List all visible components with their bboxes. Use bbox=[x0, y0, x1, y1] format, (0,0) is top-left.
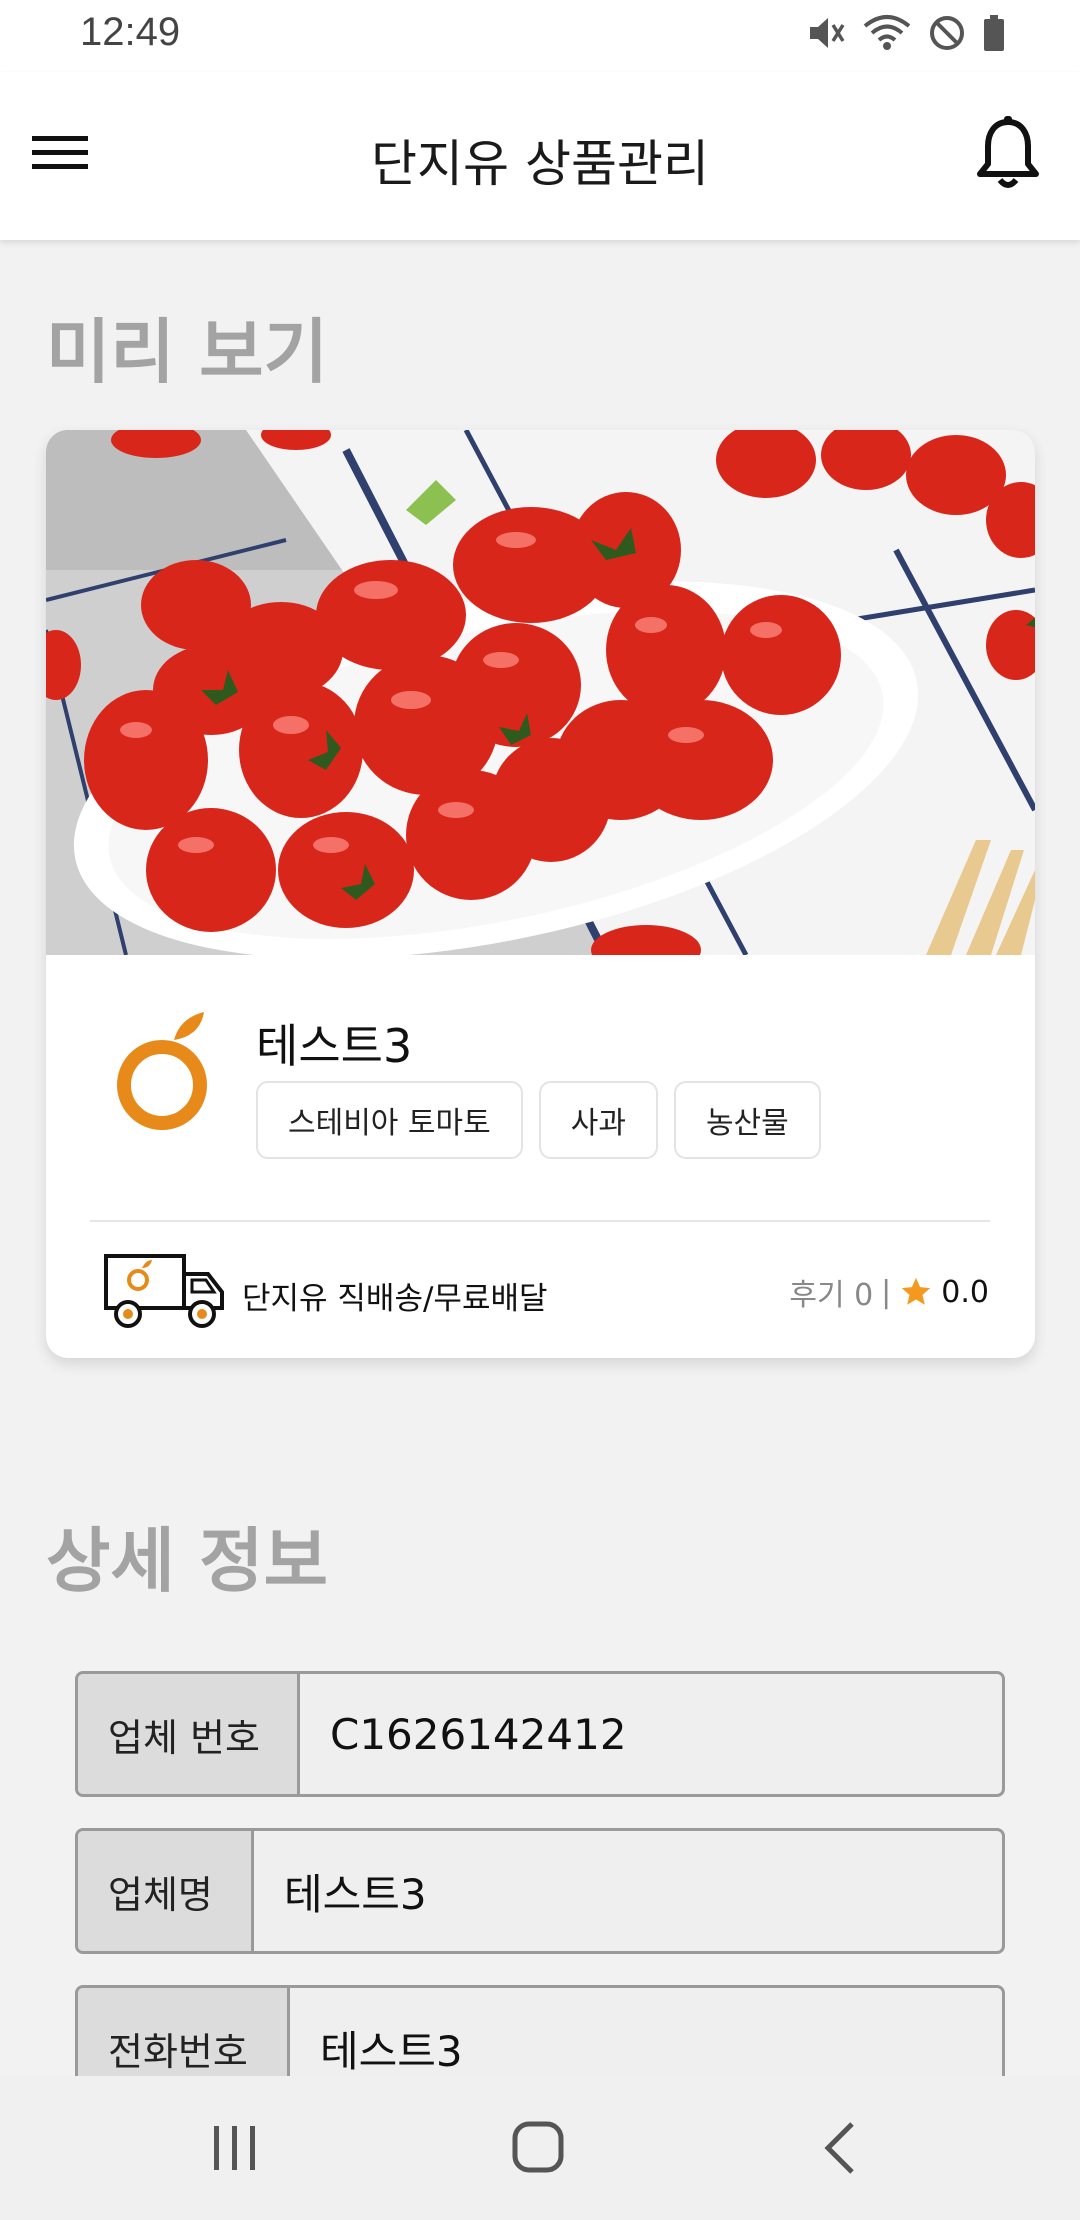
tag-chip[interactable]: 사과 bbox=[538, 1081, 658, 1159]
home-icon bbox=[512, 2121, 564, 2173]
do-not-disturb-icon bbox=[930, 16, 964, 50]
bell-icon bbox=[977, 116, 1039, 188]
product-name: 테스트3 bbox=[256, 1019, 413, 1073]
app-bar: 단지유 상품관리 bbox=[0, 72, 1080, 240]
back-icon bbox=[824, 2122, 854, 2174]
company-name-field[interactable]: 업체명 테스트3 bbox=[75, 1828, 1005, 1954]
status-time: 12:49 bbox=[80, 10, 181, 54]
tag-chip[interactable]: 스테비아 토마토 bbox=[256, 1081, 523, 1159]
status-icons bbox=[806, 14, 1006, 52]
card-divider bbox=[90, 1220, 990, 1222]
field-label: 업체명 bbox=[78, 1831, 254, 1951]
recents-button[interactable] bbox=[200, 2116, 270, 2180]
rating-value: 0.0 bbox=[941, 1274, 989, 1310]
review-summary: 후기 0 | 0.0 bbox=[789, 1270, 989, 1314]
company-number-field[interactable]: 업체 번호 C1626142412 bbox=[75, 1671, 1005, 1797]
field-value[interactable]: 테스트3 bbox=[254, 1831, 427, 1951]
notification-button[interactable] bbox=[970, 112, 1046, 196]
back-button[interactable] bbox=[806, 2116, 876, 2180]
preview-section-title: 미리 보기 bbox=[46, 311, 328, 393]
brand-logo-icon bbox=[117, 1012, 207, 1130]
star-icon bbox=[902, 1277, 931, 1305]
tag-chip[interactable]: 농산물 bbox=[673, 1081, 821, 1159]
delivery-text: 단지유 직배송/무료배달 bbox=[242, 1281, 548, 1317]
phone-number-field[interactable]: 전화번호 테스트3 bbox=[75, 1985, 1005, 2076]
product-image bbox=[46, 430, 1035, 955]
home-button[interactable] bbox=[503, 2116, 573, 2180]
status-bar: 12:49 bbox=[0, 0, 1080, 72]
battery-icon bbox=[984, 15, 1004, 51]
content[interactable]: 미리 보기 테스트3 스테비아 토마토 사과 농산물 단지유 직배송/무료배달 … bbox=[0, 240, 1080, 2076]
page-title: 단지유 상품관리 bbox=[371, 135, 709, 193]
field-label: 전화번호 bbox=[78, 1988, 290, 2076]
recents-icon bbox=[214, 2126, 255, 2170]
detail-section-title: 상세 정보 bbox=[46, 1520, 328, 1602]
review-count: 후기 0 bbox=[789, 1278, 874, 1313]
tag-list: 스테비아 토마토 사과 농산물 bbox=[256, 1081, 821, 1159]
field-value[interactable]: 테스트3 bbox=[290, 1988, 463, 2076]
system-nav-bar bbox=[0, 2076, 1080, 2220]
review-separator: | bbox=[881, 1274, 892, 1310]
mute-icon bbox=[810, 18, 845, 48]
delivery-truck-icon bbox=[104, 1254, 224, 1328]
field-label: 업체 번호 bbox=[78, 1674, 300, 1794]
wifi-icon bbox=[863, 15, 911, 50]
product-preview-card[interactable]: 테스트3 스테비아 토마토 사과 농산물 단지유 직배송/무료배달 후기 0 |… bbox=[46, 430, 1035, 1358]
field-value[interactable]: C1626142412 bbox=[300, 1674, 627, 1794]
